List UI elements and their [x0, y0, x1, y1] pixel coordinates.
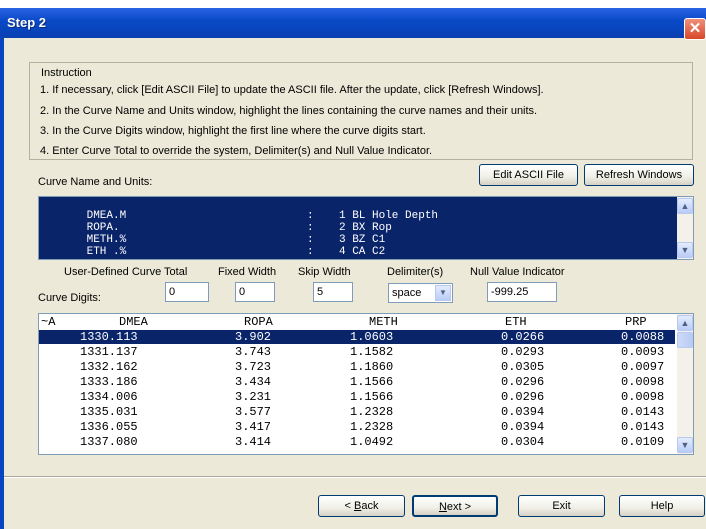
edit-ascii-button[interactable]: Edit ASCII File	[479, 164, 578, 186]
fixed-width-label: Fixed Width	[218, 266, 277, 278]
instruction-legend: Instruction	[39, 67, 94, 79]
curve-total-label: User-Defined Curve Total	[64, 266, 188, 278]
chevron-down-icon[interactable]: ▼	[435, 285, 451, 301]
help-button[interactable]: Help	[619, 495, 705, 517]
digits-row[interactable]: 1335.031 3.577 1.2328 0.0394 0.0143	[39, 405, 675, 419]
null-value-label: Null Value Indicator	[470, 266, 565, 278]
close-icon: ✕	[688, 20, 702, 37]
delimiter-select[interactable]: space ▼	[388, 283, 453, 303]
curve-name-scrollbar[interactable]: ▲ ▼	[677, 197, 693, 259]
dialog-title: Step 2	[7, 15, 47, 30]
instruction-line-3: 3. In the Curve Digits window, highlight…	[40, 125, 426, 137]
refresh-windows-button[interactable]: Refresh Windows	[584, 164, 694, 186]
next-button[interactable]: Next >	[412, 495, 498, 517]
scroll-thumb[interactable]	[677, 332, 693, 348]
curve-name-row[interactable]: ETH .%:4 CA C2	[47, 236, 386, 258]
instruction-line-2: 2. In the Curve Name and Units window, h…	[40, 105, 538, 117]
scroll-down-icon[interactable]: ▼	[677, 242, 693, 258]
null-value-input[interactable]: -999.25	[487, 282, 557, 302]
digits-row[interactable]: 1336.055 3.417 1.2328 0.0394 0.0143	[39, 420, 675, 434]
digits-row[interactable]: 1332.162 3.723 1.1860 0.0305 0.0097	[39, 360, 675, 374]
digits-row[interactable]: 1331.137 3.743 1.1582 0.0293 0.0093	[39, 345, 675, 359]
instruction-line-1: 1. If necessary, click [Edit ASCII File]…	[40, 84, 544, 96]
digits-row[interactable]: 1333.186 3.434 1.1566 0.0296 0.0098	[39, 375, 675, 389]
footer-divider	[4, 476, 706, 478]
instruction-line-4: 4. Enter Curve Total to override the sys…	[40, 145, 433, 157]
digits-header-row[interactable]: ~A DMEA ROPA METH ETH PRP	[39, 315, 675, 329]
close-button[interactable]: ✕	[684, 18, 706, 40]
digits-row[interactable]: 1337.080 3.414 1.0492 0.0304 0.0109	[39, 435, 675, 449]
curve-name-row[interactable]: METH.%:3 BZ C1	[47, 224, 386, 246]
digits-row[interactable]: 1334.006 3.231 1.1566 0.0296 0.0098	[39, 390, 675, 404]
background-window-edge	[0, 0, 706, 8]
curve-name-label: Curve Name and Units:	[38, 176, 153, 188]
scroll-down-icon[interactable]: ▼	[677, 437, 693, 453]
dialog-window: Step 2 ✕ Instruction 1. If necessary, cl…	[0, 0, 706, 529]
delimiter-value: space	[392, 287, 422, 299]
delimiter-label: Delimiter(s)	[387, 266, 444, 278]
curve-digits-scrollbar[interactable]: ▲ ▼	[677, 314, 693, 454]
skip-width-input[interactable]: 5	[313, 282, 353, 302]
fixed-width-input[interactable]: 0	[235, 282, 275, 302]
curve-name-row[interactable]: DMEA.M:1 BL Hole Depth	[47, 200, 438, 222]
digits-row[interactable]: 1330.113 3.902 1.0603 0.0266 0.0088	[39, 330, 675, 344]
back-button[interactable]: < Back	[318, 495, 405, 517]
next-label: Next >	[438, 501, 472, 513]
scroll-up-icon[interactable]: ▲	[677, 198, 693, 214]
curve-digits-label: Curve Digits:	[38, 292, 101, 304]
skip-width-label: Skip Width	[298, 266, 351, 278]
curve-name-row[interactable]: ROPA.:2 BX Rop	[47, 212, 392, 234]
curve-digits-list[interactable]: ~A DMEA ROPA METH ETH PRP 1330.113 3.902…	[38, 313, 694, 455]
curve-name-list[interactable]: DMEA.M:1 BL Hole Depth ROPA.:2 BX Rop ME…	[38, 196, 694, 260]
curve-total-input[interactable]: 0	[165, 282, 209, 302]
window-frame-left	[0, 38, 4, 529]
exit-button[interactable]: Exit	[518, 495, 605, 517]
back-label: < Back	[344, 500, 379, 512]
title-bar[interactable]: Step 2 ✕	[0, 8, 706, 40]
scroll-up-icon[interactable]: ▲	[677, 315, 693, 331]
